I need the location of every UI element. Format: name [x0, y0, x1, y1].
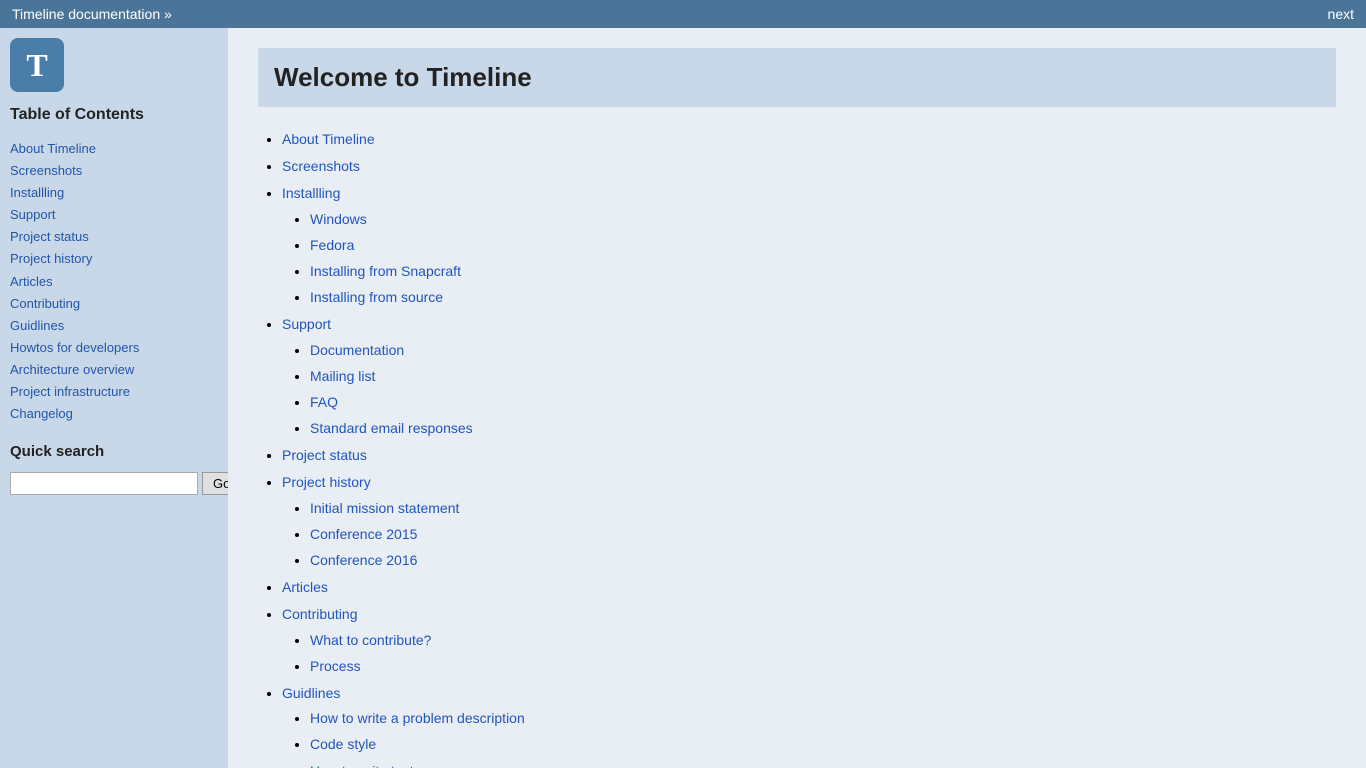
- search-input[interactable]: [10, 472, 198, 495]
- list-item: How to write tests: [310, 759, 1336, 768]
- section-link[interactable]: About Timeline: [282, 131, 375, 147]
- sidebar-item-support[interactable]: Support: [10, 204, 218, 226]
- list-item: Contributing What to contribute? Process: [282, 602, 1336, 679]
- child-link[interactable]: Installing from source: [310, 289, 443, 305]
- section-link[interactable]: Contributing: [282, 606, 358, 622]
- next-link[interactable]: next: [1328, 6, 1354, 22]
- breadcrumb-link[interactable]: Timeline documentation »: [12, 6, 172, 22]
- list-item: Installing from Snapcraft: [310, 259, 1336, 284]
- logo-icon: T: [10, 38, 64, 92]
- sidebar-item-project-history[interactable]: Project history: [10, 248, 218, 270]
- layout: T Table of Contents About TimelineScreen…: [0, 28, 1366, 768]
- sidebar-item-project-infrastructure[interactable]: Project infrastructure: [10, 381, 218, 403]
- sidebar-item-contributing[interactable]: Contributing: [10, 293, 218, 315]
- child-link[interactable]: Mailing list: [310, 368, 375, 384]
- child-link[interactable]: Process: [310, 658, 361, 674]
- section-link[interactable]: Guidlines: [282, 685, 340, 701]
- list-item: Initial mission statement: [310, 496, 1336, 521]
- sidebar-item-guidlines[interactable]: Guidlines: [10, 315, 218, 337]
- main-list: About Timeline Screenshots Installling Wind…: [258, 127, 1336, 768]
- list-item: Documentation: [310, 338, 1336, 363]
- child-link[interactable]: Initial mission statement: [310, 500, 459, 516]
- list-item: Screenshots: [282, 154, 1336, 179]
- child-link[interactable]: Windows: [310, 211, 367, 227]
- list-item: Project history Initial mission statement…: [282, 470, 1336, 573]
- list-item: FAQ: [310, 390, 1336, 415]
- section-link[interactable]: Project history: [282, 474, 371, 490]
- child-link[interactable]: Conference 2015: [310, 526, 417, 542]
- list-item: Mailing list: [310, 364, 1336, 389]
- quick-search-title: Quick search: [10, 443, 218, 460]
- search-go-button[interactable]: Go: [202, 472, 228, 495]
- sidebar-item-installling[interactable]: Installling: [10, 182, 218, 204]
- child-link[interactable]: Standard email responses: [310, 420, 473, 436]
- child-link[interactable]: FAQ: [310, 394, 338, 410]
- list-item: Windows: [310, 207, 1336, 232]
- child-link[interactable]: Fedora: [310, 237, 354, 253]
- section-link[interactable]: Project status: [282, 447, 367, 463]
- list-item: Installing from source: [310, 285, 1336, 310]
- list-item: Installling Windows Fedora Installing from …: [282, 181, 1336, 310]
- topbar: Timeline documentation » next: [0, 0, 1366, 28]
- sidebar-item-articles[interactable]: Articles: [10, 271, 218, 293]
- child-link[interactable]: How to write tests: [310, 763, 420, 768]
- list-item: Conference 2016: [310, 548, 1336, 573]
- sidebar-item-howtos-for-developers[interactable]: Howtos for developers: [10, 337, 218, 359]
- sidebar-item-screenshots[interactable]: Screenshots: [10, 160, 218, 182]
- list-item: How to write a problem description: [310, 706, 1336, 731]
- list-item: Articles: [282, 575, 1336, 600]
- child-link[interactable]: Conference 2016: [310, 552, 417, 568]
- child-link[interactable]: What to contribute?: [310, 632, 431, 648]
- sidebar-item-changelog[interactable]: Changelog: [10, 403, 218, 425]
- sidebar-item-project-status[interactable]: Project status: [10, 226, 218, 248]
- list-item: Guidlines How to write a problem descript…: [282, 681, 1336, 768]
- list-item: Conference 2015: [310, 522, 1336, 547]
- list-item: Support Documentation Mailing list FAQ Stand…: [282, 312, 1336, 441]
- sidebar: T Table of Contents About TimelineScreen…: [0, 28, 228, 768]
- content-area: Welcome to Timeline About Timeline Screen…: [228, 28, 1366, 768]
- child-link[interactable]: Documentation: [310, 342, 404, 358]
- list-item: Project status: [282, 443, 1336, 468]
- search-row: Go: [10, 472, 218, 495]
- toc-title: Table of Contents: [10, 106, 218, 124]
- toc-links: About TimelineScreenshotsInstalllingSupp…: [10, 138, 218, 425]
- child-link[interactable]: How to write a problem description: [310, 710, 525, 726]
- list-item: Process: [310, 654, 1336, 679]
- list-item: Standard email responses: [310, 416, 1336, 441]
- sidebar-item-about-timeline[interactable]: About Timeline: [10, 138, 218, 160]
- section-link[interactable]: Installling: [282, 185, 340, 201]
- section-link[interactable]: Articles: [282, 579, 328, 595]
- list-item: What to contribute?: [310, 628, 1336, 653]
- child-link[interactable]: Installing from Snapcraft: [310, 263, 461, 279]
- child-link[interactable]: Code style: [310, 736, 376, 752]
- logo-container: T: [10, 38, 218, 92]
- list-item: About Timeline: [282, 127, 1336, 152]
- page-title: Welcome to Timeline: [258, 48, 1336, 107]
- list-item: Fedora: [310, 233, 1336, 258]
- list-item: Code style: [310, 732, 1336, 757]
- section-link[interactable]: Support: [282, 316, 331, 332]
- section-link[interactable]: Screenshots: [282, 158, 360, 174]
- sidebar-item-architecture-overview[interactable]: Architecture overview: [10, 359, 218, 381]
